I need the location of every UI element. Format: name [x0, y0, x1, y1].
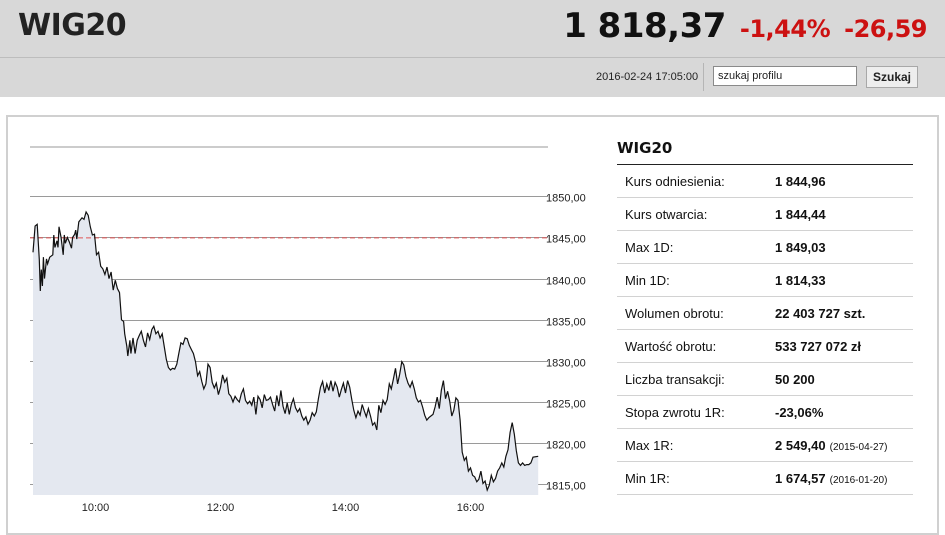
stat-value-number: 1 674,57 [775, 470, 826, 486]
stat-label: Max 1D: [625, 239, 674, 255]
stat-value: 50 200 [775, 371, 815, 387]
y-tick-label: 1830,00 [546, 358, 586, 370]
stat-row: Wolumen obrotu: 22 403 727 szt. [617, 297, 913, 330]
x-tick-label: 12:00 [207, 502, 235, 514]
stat-label: Min 1D: [625, 272, 670, 288]
y-tick-label: 1845,00 [546, 234, 586, 246]
stat-row: Kurs otwarcia: 1 844,44 [617, 198, 913, 231]
stat-label: Stopa zwrotu 1R: [625, 404, 725, 420]
stat-label: Wolumen obrotu: [625, 305, 724, 321]
stats-title: WIG20 [617, 134, 913, 165]
stat-value: 1 844,44 [775, 206, 826, 222]
stat-date: (2015-04-27) [829, 441, 888, 453]
stat-value: 533 727 072 zł [775, 338, 862, 354]
stat-row: Stopa zwrotu 1R: -23,06% [617, 396, 913, 429]
y-tick-label: 1850,00 [546, 193, 586, 205]
y-tick-label: 1820,00 [546, 440, 586, 452]
y-tick-label: 1815,00 [546, 481, 586, 493]
stat-row: Liczba transakcji: 50 200 [617, 363, 913, 396]
stat-label: Kurs odniesienia: [625, 173, 725, 189]
stat-date: (2016-01-20) [829, 474, 888, 486]
stat-label: Liczba transakcji: [625, 371, 725, 387]
stat-value-number: 2 549,40 [775, 437, 826, 453]
x-tick-label: 10:00 [82, 502, 110, 514]
stat-value: 1 849,03 [775, 239, 826, 255]
stat-row: Max 1R: 2 549,40 (2015-04-27) [617, 429, 913, 462]
stat-label: Min 1R: [625, 470, 670, 486]
stat-row: Min 1D: 1 814,33 [617, 264, 913, 297]
stat-row: Max 1D: 1 849,03 [617, 231, 913, 264]
stat-value: 22 403 727 szt. [775, 305, 866, 321]
stat-label: Max 1R: [625, 437, 674, 453]
stat-label: Wartość obrotu: [625, 338, 717, 354]
stat-value: 1 844,96 [775, 173, 826, 189]
y-tick-label: 1840,00 [546, 276, 586, 288]
x-tick-label: 14:00 [332, 502, 360, 514]
stat-row: Kurs odniesienia: 1 844,96 [617, 165, 913, 198]
stat-row: Min 1R: 1 674,57 (2016-01-20) [617, 462, 913, 495]
stat-label: Kurs otwarcia: [625, 206, 708, 222]
stat-value: 1 814,33 [775, 272, 826, 288]
y-tick-label: 1825,00 [546, 399, 586, 411]
stat-row: Wartość obrotu: 533 727 072 zł [617, 330, 913, 363]
stat-value: 2 549,40 (2015-04-27) [775, 438, 887, 453]
stat-value: -23,06% [775, 404, 824, 420]
y-tick-label: 1835,00 [546, 317, 586, 329]
stats-table: WIG20 Kurs odniesienia: 1 844,96 Kurs otw… [617, 134, 913, 495]
stat-value: 1 674,57 (2016-01-20) [775, 471, 887, 486]
x-tick-label: 16:00 [457, 502, 485, 514]
